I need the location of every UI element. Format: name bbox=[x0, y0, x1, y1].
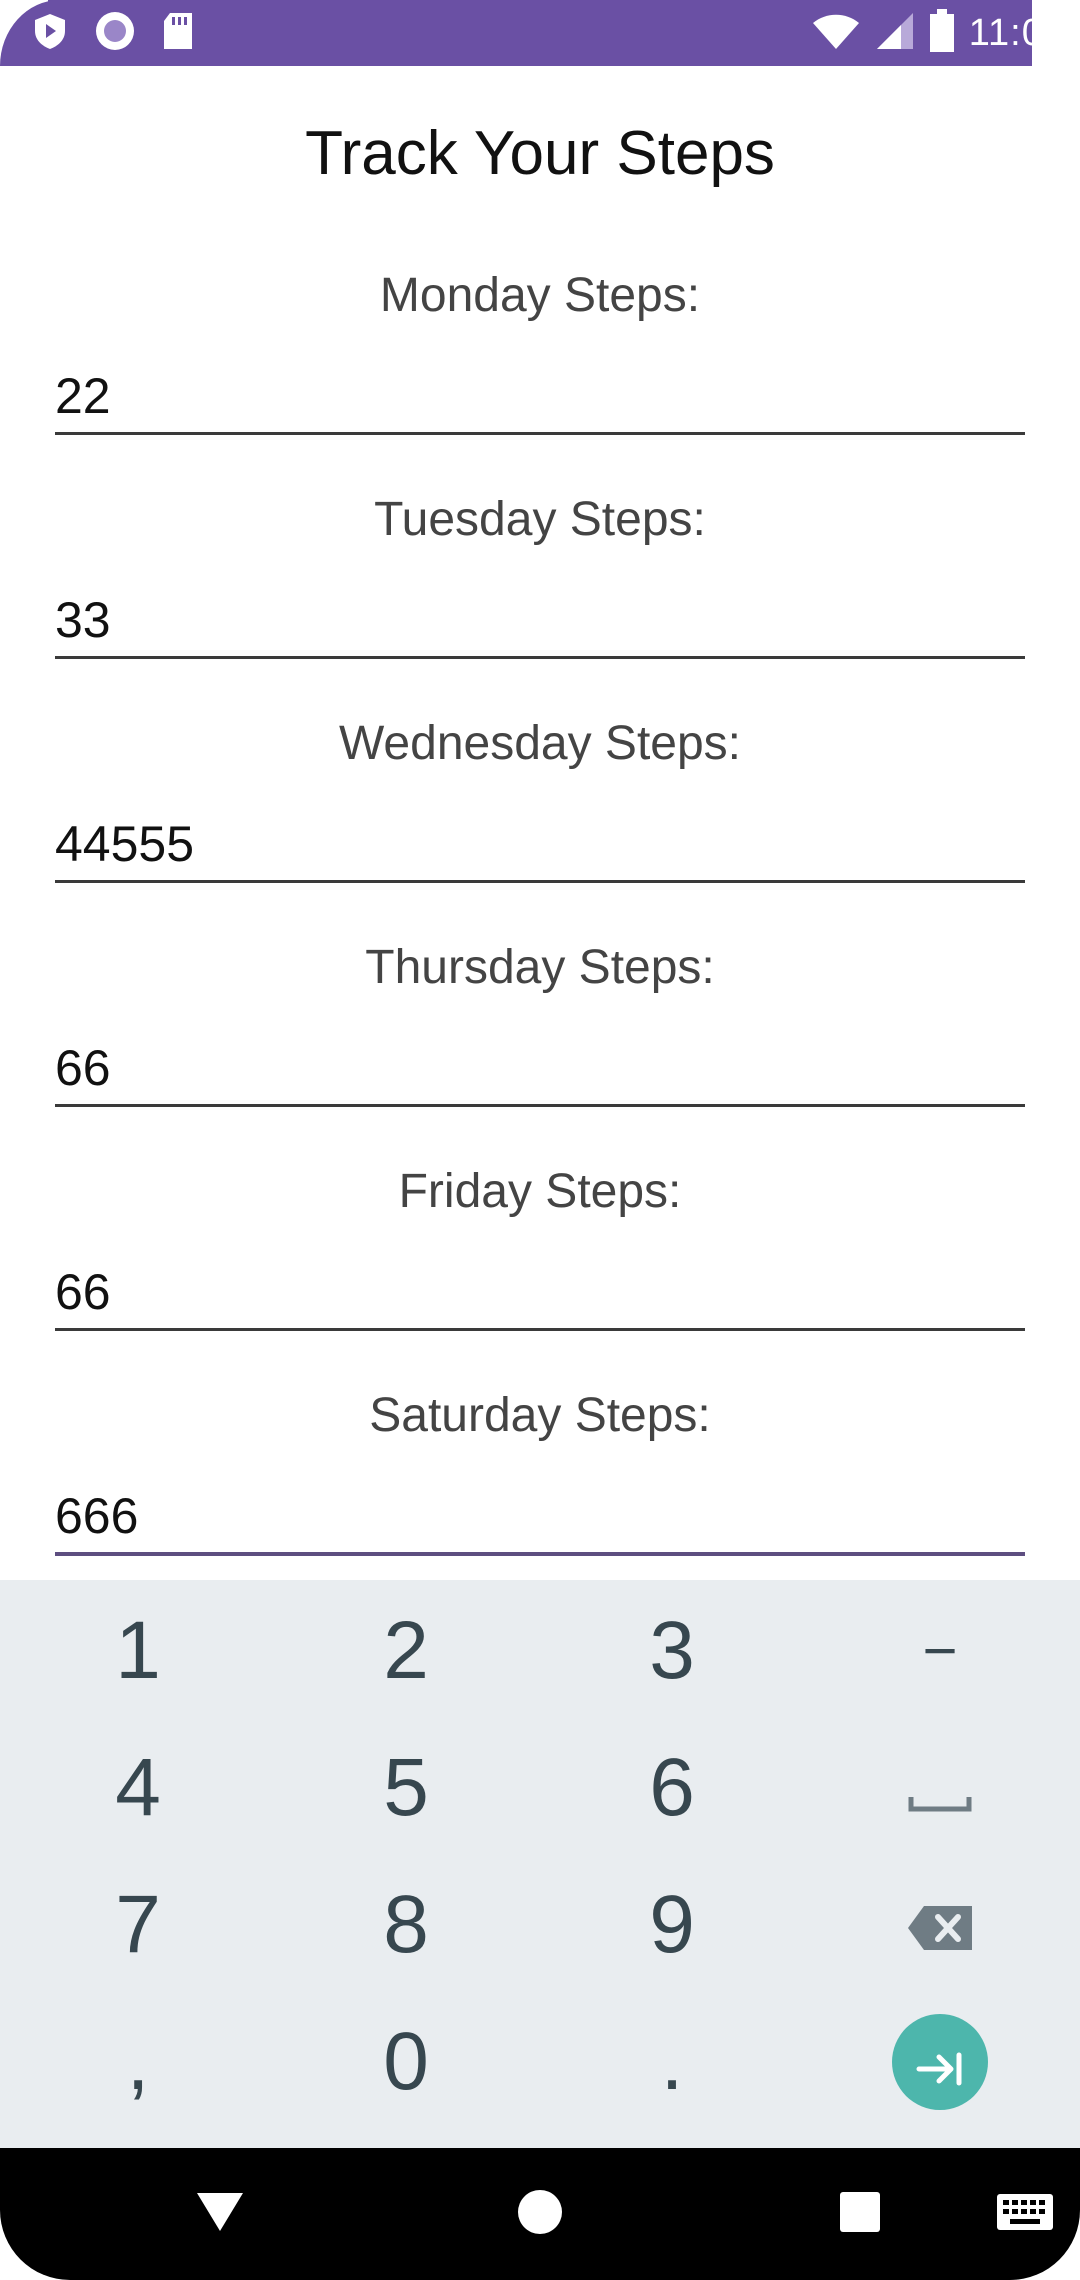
friday-label: Friday Steps: bbox=[398, 1165, 682, 1218]
friday-field-group: Friday Steps: bbox=[55, 1164, 1025, 1331]
key-5[interactable]: 5 bbox=[271, 1719, 541, 1856]
keyboard-switch-button[interactable] bbox=[970, 2148, 1080, 2280]
friday-steps-input[interactable] bbox=[55, 1256, 1025, 1331]
status-time: 11:06 bbox=[968, 11, 1066, 54]
recents-button[interactable] bbox=[800, 2148, 920, 2280]
navigation-bar bbox=[0, 2148, 1080, 2280]
thursday-label: Thursday Steps: bbox=[365, 941, 715, 994]
thursday-steps-input[interactable] bbox=[55, 1032, 1025, 1107]
sd-card-icon bbox=[160, 11, 196, 56]
saturday-label: Saturday Steps: bbox=[369, 1389, 711, 1442]
status-bar: 11:06 bbox=[0, 0, 1080, 66]
back-triangle-icon bbox=[195, 2191, 245, 2238]
home-button[interactable] bbox=[480, 2148, 600, 2280]
key-2[interactable]: 2 bbox=[271, 1582, 541, 1719]
wednesday-steps-input[interactable] bbox=[55, 808, 1025, 883]
key-backspace[interactable] bbox=[805, 1856, 1075, 1993]
wifi-icon bbox=[811, 11, 861, 56]
backspace-icon bbox=[906, 1878, 974, 1972]
keyboard-icon bbox=[996, 2193, 1054, 2236]
key-4[interactable]: 4 bbox=[3, 1719, 273, 1856]
tab-icon bbox=[915, 2015, 965, 2109]
home-circle-icon bbox=[516, 2188, 564, 2241]
key-comma[interactable]: , bbox=[3, 1993, 273, 2130]
saturday-steps-input[interactable] bbox=[55, 1480, 1025, 1556]
shield-play-icon bbox=[30, 11, 70, 56]
key-0[interactable]: 0 bbox=[271, 1993, 541, 2130]
circle-dot-icon bbox=[94, 10, 136, 57]
tuesday-label: Tuesday Steps: bbox=[374, 493, 706, 546]
monday-steps-input[interactable] bbox=[55, 360, 1025, 435]
back-button[interactable] bbox=[160, 2148, 280, 2280]
key-space[interactable] bbox=[805, 1719, 1075, 1856]
cellular-icon bbox=[875, 11, 915, 56]
space-icon bbox=[908, 1741, 972, 1835]
key-6[interactable]: 6 bbox=[537, 1719, 807, 1856]
key-8[interactable]: 8 bbox=[271, 1856, 541, 1993]
key-9[interactable]: 9 bbox=[537, 1856, 807, 1993]
numeric-keyboard: 1 2 3 − 4 5 6 7 8 9 , 0 . bbox=[0, 1580, 1080, 2148]
battery-icon bbox=[929, 8, 955, 58]
page-title: Track Your Steps bbox=[305, 119, 775, 188]
key-7[interactable]: 7 bbox=[3, 1856, 273, 1993]
key-minus[interactable]: − bbox=[805, 1582, 1075, 1719]
wednesday-field-group: Wednesday Steps: bbox=[55, 716, 1025, 883]
key-3[interactable]: 3 bbox=[537, 1582, 807, 1719]
saturday-field-group: Saturday Steps: bbox=[55, 1388, 1025, 1556]
tab-button[interactable] bbox=[892, 2013, 988, 2110]
tuesday-steps-input[interactable] bbox=[55, 584, 1025, 659]
monday-label: Monday Steps: bbox=[379, 269, 701, 322]
wednesday-label: Wednesday Steps: bbox=[338, 717, 742, 770]
key-period[interactable]: . bbox=[537, 1993, 807, 2130]
tuesday-field-group: Tuesday Steps: bbox=[55, 492, 1025, 659]
key-tab[interactable] bbox=[805, 1993, 1075, 2130]
recents-square-icon bbox=[839, 2191, 881, 2238]
key-1[interactable]: 1 bbox=[3, 1582, 273, 1719]
monday-field-group: Monday Steps: bbox=[55, 268, 1025, 435]
thursday-field-group: Thursday Steps: bbox=[55, 940, 1025, 1107]
